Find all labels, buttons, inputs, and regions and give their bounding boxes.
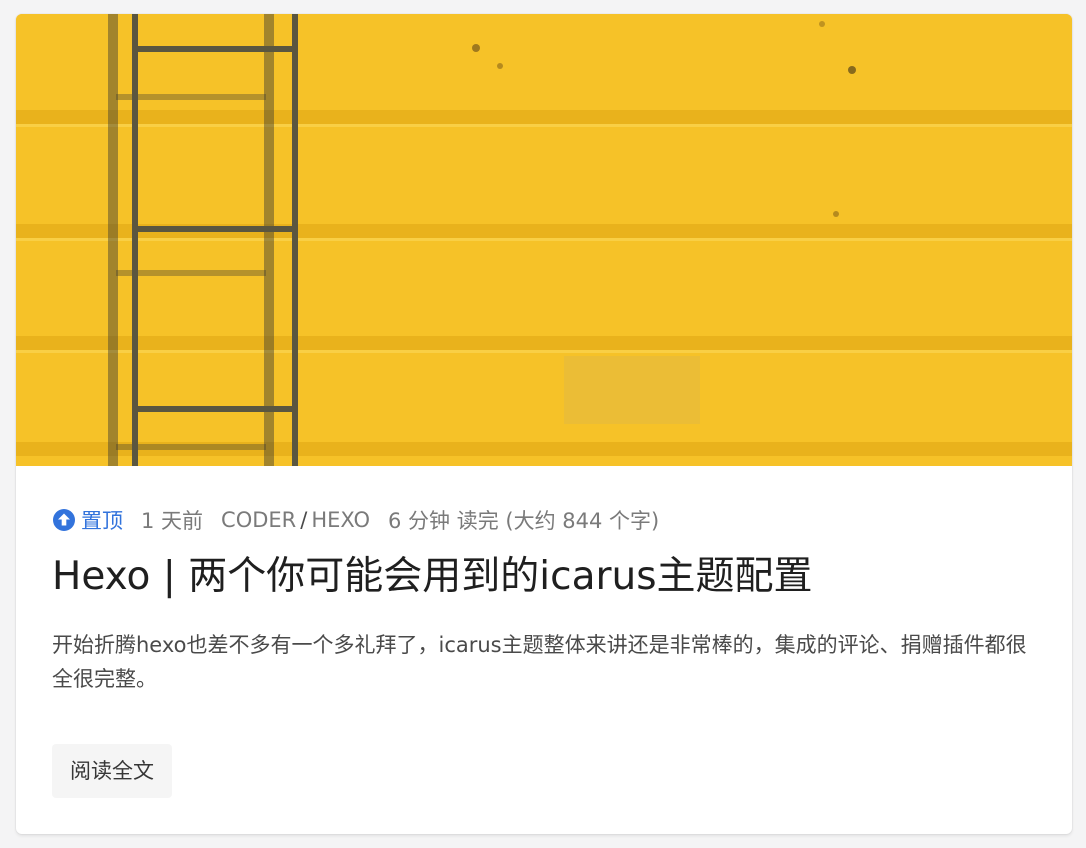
category-link-hexo[interactable]: HEXO — [311, 508, 370, 532]
post-date: 1 天前 — [141, 509, 204, 533]
pinned-badge: 置顶 — [52, 505, 123, 535]
cover-image[interactable] — [16, 14, 1072, 466]
post-excerpt: 开始折腾hexo也差不多有一个多礼拜了，icarus主题整体来讲还是非常棒的，集… — [52, 633, 1027, 691]
post-categories: CODER / HEXO — [221, 508, 370, 532]
arrow-up-circle-icon — [53, 509, 75, 531]
post-title[interactable]: Hexo | 两个你可能会用到的icarus主题配置 — [52, 552, 1042, 602]
post-meta: 置顶 1 天前 CODER / HEXO 6 分钟 读完 (大约 844 个字) — [52, 504, 1042, 536]
category-link-coder[interactable]: CODER — [221, 508, 296, 532]
category-separator: / — [300, 508, 308, 532]
pinned-label: 置顶 — [81, 509, 123, 533]
read-more-button[interactable]: 阅读全文 — [52, 744, 172, 798]
post-card: 置顶 1 天前 CODER / HEXO 6 分钟 读完 (大约 844 个字) H… — [16, 14, 1072, 834]
post-content: 置顶 1 天前 CODER / HEXO 6 分钟 读完 (大约 844 个字) H… — [52, 504, 1042, 696]
read-time: 6 分钟 读完 (大约 844 个字) — [388, 509, 660, 533]
cover-illustration — [16, 14, 1072, 466]
